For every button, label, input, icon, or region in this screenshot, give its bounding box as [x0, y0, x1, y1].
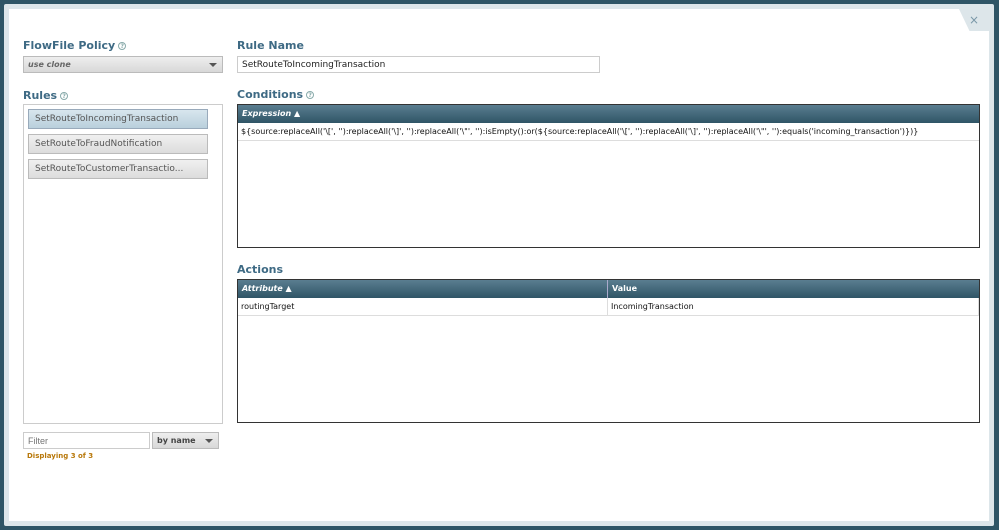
attribute-column-header[interactable]: Attribute ▲: [238, 280, 608, 298]
chevron-down-icon: [209, 63, 217, 67]
value-column-header[interactable]: Value: [608, 280, 979, 298]
actions-label: Actions: [237, 263, 283, 276]
flowfile-policy-heading: FlowFile Policy?: [23, 39, 127, 52]
rule-item[interactable]: SetRouteToCustomerTransactio...: [28, 159, 208, 179]
flowfile-policy-label: FlowFile Policy: [23, 39, 116, 52]
expression-column-header[interactable]: Expression ▲: [238, 105, 979, 123]
rule-editor-dialog: × FlowFile Policy? use clone Rules? SetR…: [9, 9, 989, 521]
conditions-table: Expression ▲ ${source:replaceAll('\[', '…: [237, 104, 980, 248]
rules-filter-input[interactable]: [23, 432, 150, 449]
filter-by-select[interactable]: by name: [152, 432, 219, 449]
rules-heading: Rules?: [23, 89, 69, 102]
conditions-label: Conditions: [237, 88, 304, 101]
help-icon[interactable]: ?: [306, 91, 315, 99]
rule-item[interactable]: SetRouteToIncomingTransaction: [28, 109, 208, 129]
dialog-frame: × FlowFile Policy? use clone Rules? SetR…: [4, 4, 994, 526]
attribute-cell[interactable]: routingTarget: [238, 298, 608, 315]
conditions-heading: Conditions?: [237, 88, 315, 101]
close-icon[interactable]: ×: [959, 9, 989, 31]
table-row[interactable]: routingTarget IncomingTransaction: [238, 298, 979, 316]
flowfile-policy-value: use clone: [28, 60, 71, 69]
rules-list: SetRouteToIncomingTransaction SetRouteTo…: [23, 104, 223, 424]
rules-label: Rules: [23, 89, 58, 102]
expression-cell[interactable]: ${source:replaceAll('\[', ''):replaceAll…: [238, 123, 979, 140]
rules-count-status: Displaying 3 of 3: [27, 452, 94, 460]
help-icon[interactable]: ?: [60, 92, 69, 100]
rule-item[interactable]: SetRouteToFraudNotification: [28, 134, 208, 154]
rule-name-input[interactable]: SetRouteToIncomingTransaction: [237, 56, 600, 73]
flowfile-policy-select[interactable]: use clone: [23, 56, 223, 73]
table-row[interactable]: ${source:replaceAll('\[', ''):replaceAll…: [238, 123, 979, 141]
value-cell[interactable]: IncomingTransaction: [608, 298, 979, 315]
chevron-down-icon: [205, 439, 213, 443]
actions-table: Attribute ▲ Value routingTarget IncomingTr…: [237, 279, 980, 423]
help-icon[interactable]: ?: [118, 42, 127, 50]
filter-by-value: by name: [157, 436, 196, 445]
rule-name-label: Rule Name: [237, 39, 304, 52]
